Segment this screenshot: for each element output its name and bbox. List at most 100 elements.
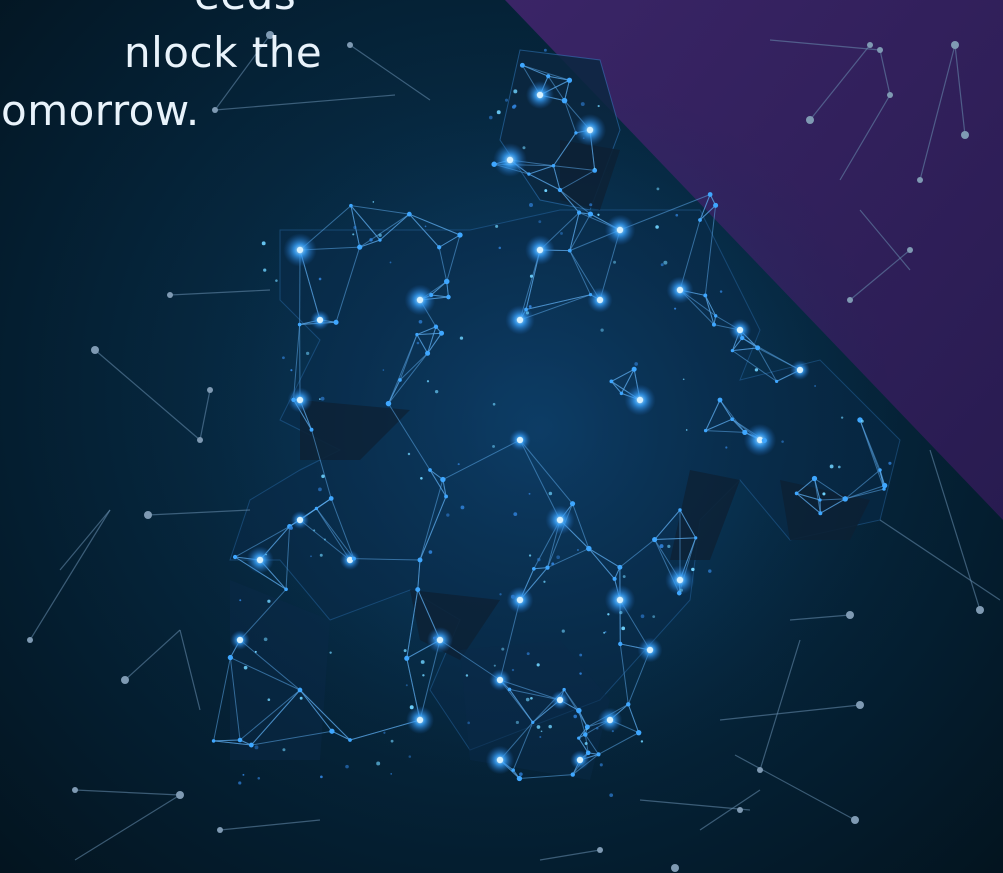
network-node <box>316 316 324 324</box>
particle-dot <box>239 599 242 602</box>
network-node <box>398 378 402 382</box>
network-node <box>562 687 566 692</box>
network-node <box>707 192 713 197</box>
headline-text: eeds nlock the omorrow. <box>0 0 322 140</box>
particle-dot <box>496 110 501 115</box>
network-node <box>583 732 588 737</box>
particle-dot <box>655 225 659 229</box>
particle-dot <box>493 664 496 667</box>
network-node <box>676 286 684 294</box>
particle-dot <box>261 241 266 246</box>
network-node <box>439 330 445 336</box>
particle-dot <box>407 452 411 456</box>
particle-dot <box>426 380 430 383</box>
particle-dot <box>526 652 530 656</box>
particle-dot <box>492 402 496 406</box>
network-node <box>698 218 702 222</box>
network-node <box>588 293 593 297</box>
particle-dot <box>525 697 530 702</box>
particle-dot <box>600 328 604 332</box>
network-node <box>516 775 523 782</box>
network-node <box>736 326 744 334</box>
particle-dot <box>611 730 614 733</box>
network-node <box>577 736 581 740</box>
particle-dot <box>515 720 520 725</box>
particle-dot <box>781 440 784 443</box>
network-node <box>428 468 432 472</box>
network-node <box>291 397 296 402</box>
particle-dot <box>378 233 382 237</box>
particle-dot <box>754 368 759 372</box>
particle-dot <box>725 446 728 449</box>
particle-dot <box>589 203 593 207</box>
particle-dot <box>492 444 496 448</box>
particle-dot <box>607 613 610 616</box>
network-node <box>211 739 216 743</box>
particle-dot <box>543 580 546 583</box>
network-node <box>818 511 823 516</box>
network-node <box>551 164 556 168</box>
network-node <box>296 396 304 404</box>
network-node <box>586 545 592 552</box>
network-node <box>227 654 234 661</box>
particle-dot <box>530 696 533 700</box>
particle-dot <box>320 396 325 401</box>
network-node <box>297 687 303 693</box>
network-node <box>711 322 716 327</box>
particle-dot <box>405 684 408 687</box>
particle-dot <box>525 311 530 315</box>
particle-dot <box>265 553 267 556</box>
particle-dot <box>318 487 322 492</box>
network-node <box>730 417 734 422</box>
network-node <box>406 211 412 217</box>
particle-dot <box>652 615 656 618</box>
network-node <box>755 345 761 351</box>
network-node <box>531 720 535 724</box>
particle-dot <box>519 772 523 776</box>
particle-dot <box>353 225 357 230</box>
particle-dot <box>282 356 285 360</box>
particle-dot <box>267 698 271 702</box>
network-node <box>506 156 514 164</box>
network-node <box>416 296 424 304</box>
network-node <box>714 314 718 318</box>
particle-dot <box>619 610 623 615</box>
particle-dot <box>459 336 464 340</box>
particle-dot <box>691 567 695 572</box>
particle-dot <box>656 187 660 191</box>
particle-dot <box>510 594 515 599</box>
particle-dot <box>299 696 303 700</box>
network-node <box>567 248 572 253</box>
network-node <box>236 636 244 644</box>
particle-dot <box>372 201 375 203</box>
network-node <box>284 587 288 592</box>
network-node <box>536 246 544 254</box>
network-node <box>491 161 497 167</box>
particle-dot <box>659 544 664 549</box>
particle-dot <box>267 599 271 603</box>
particle-dot <box>513 89 518 94</box>
particle-dot <box>382 369 385 371</box>
particle-dot <box>888 461 892 465</box>
particle-dot <box>242 773 245 776</box>
particle-dot <box>446 513 450 517</box>
particle-dot <box>522 146 526 150</box>
particle-dot <box>719 290 723 293</box>
network-node <box>619 391 624 396</box>
particle-dot <box>495 224 499 228</box>
network-node <box>425 350 431 356</box>
particle-dot <box>275 279 278 282</box>
network-node <box>248 742 254 748</box>
particle-dot <box>424 225 427 228</box>
particle-dot <box>254 650 257 653</box>
particle-dot <box>613 260 617 264</box>
particle-dot <box>390 739 394 743</box>
network-node <box>730 348 735 353</box>
network-node <box>333 319 339 325</box>
particle-dot <box>320 775 323 779</box>
network-node <box>596 296 604 304</box>
network-node <box>617 564 623 570</box>
particle-dot <box>682 378 685 381</box>
network-node <box>357 244 363 250</box>
network-node <box>404 655 410 661</box>
